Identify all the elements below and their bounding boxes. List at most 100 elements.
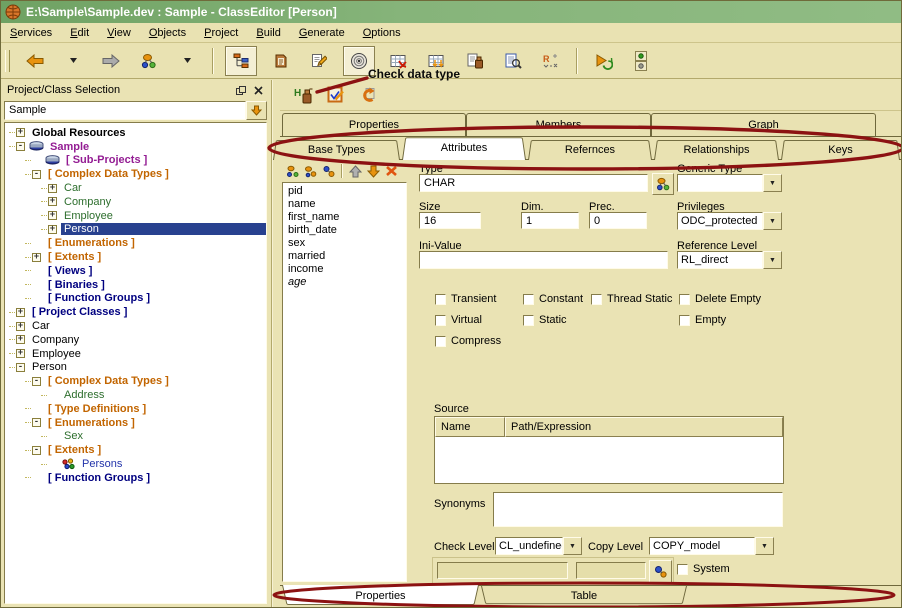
tree-item[interactable]: +Employee [5,209,266,223]
check-level-select[interactable]: CL_undefined ▼ [495,537,582,555]
collapse-box[interactable]: - [32,170,41,179]
class-tree-button[interactable] [225,46,257,76]
extra-field-2[interactable] [576,562,646,579]
tree-item[interactable]: +Global Resources [5,126,266,140]
tree-item[interactable]: Persons [5,457,266,471]
synonyms-input[interactable] [493,492,783,527]
ini-value-input[interactable] [419,251,668,269]
flag-static[interactable]: Static [523,314,567,326]
tree-item[interactable]: [ Enumerations ] [5,236,266,250]
tree-item[interactable]: -Person [5,361,266,375]
dim-input[interactable] [521,212,579,229]
system-checkbox[interactable]: System [677,563,730,575]
attribute-item[interactable]: name [283,198,406,211]
tree-item[interactable]: +Company [5,333,266,347]
collapse-box[interactable]: - [32,377,41,386]
tree-item[interactable]: [ Views ] [5,264,266,278]
privileges-select[interactable]: ODC_protected ▼ [677,212,782,230]
checkbox-box[interactable] [679,315,690,326]
dropdown-arrow-icon[interactable]: ▼ [763,212,782,230]
checkbox-box[interactable] [435,336,446,347]
tree-item[interactable]: Sex [5,430,266,444]
checkbox-box[interactable] [591,294,602,305]
checkbox-box[interactable] [523,294,534,305]
expand-box[interactable]: + [32,253,41,262]
tab-base-types[interactable]: Base Types [273,139,400,160]
tab-keys[interactable]: Keys [781,139,900,160]
checkbox-box[interactable] [523,315,534,326]
checkbox-box[interactable] [679,294,690,305]
class-filter-input[interactable]: Sample [4,101,246,120]
flag-delete-empty[interactable]: Delete Empty [679,293,761,305]
generic-type-select[interactable]: ▼ [677,174,782,192]
tree-item[interactable]: -[ Complex Data Types ] [5,167,266,181]
edit-document-button[interactable] [307,47,331,75]
size-input[interactable] [419,212,481,229]
attribute-item[interactable]: married [283,250,406,263]
tree-item[interactable]: [ Sub-Projects ] [5,154,266,168]
generate-header-button[interactable]: H [292,83,316,107]
tree-item[interactable]: +Company [5,195,266,209]
tree-item[interactable]: -[ Extents ] [5,443,266,457]
online-state-button[interactable] [629,47,653,75]
tree-item[interactable]: [ Function Groups ] [5,292,266,306]
flag-compress[interactable]: Compress [435,335,501,347]
collapse-box[interactable]: - [16,142,25,151]
tree-item[interactable]: +Employee [5,347,266,361]
flag-constant[interactable]: Constant [523,293,583,305]
expand-box[interactable]: + [16,349,25,358]
attribute-item[interactable]: age [283,276,406,289]
move-up-button[interactable] [347,163,363,179]
attribute-item[interactable]: birth_date [283,224,406,237]
dropdown-arrow-icon[interactable]: ▼ [563,537,582,555]
expand-box[interactable]: + [48,225,57,234]
type-link-button[interactable] [652,173,674,195]
tree-item[interactable]: +Car [5,181,266,195]
tree-item[interactable]: +Car [5,319,266,333]
prec-input[interactable] [589,212,647,229]
tab-refernces[interactable]: Refernces [528,139,652,160]
tab-properties[interactable]: Properties [282,113,466,136]
tree-item[interactable]: [ Function Groups ] [5,471,266,485]
checkbox-box[interactable] [435,315,446,326]
tree-item[interactable]: [ Type Definitions ] [5,402,266,416]
tab-relationships[interactable]: Relationships [654,139,779,160]
dropdown-arrow-icon[interactable]: ▼ [763,251,782,269]
attribute-item[interactable]: first_name [283,211,406,224]
expand-box[interactable]: + [16,128,25,137]
tree-item-selected[interactable]: +Person [5,223,266,237]
tree-item[interactable]: +[ Extents ] [5,250,266,264]
attribute-list[interactable]: pidnamefirst_namebirth_datesexmarriedinc… [282,182,407,582]
extra-field-1[interactable] [437,562,568,579]
menu-services[interactable]: Services [1,25,61,41]
collapse-box[interactable]: - [32,446,41,455]
tree-item[interactable]: Address [5,388,266,402]
tree-item[interactable]: [ Binaries ] [5,278,266,292]
attribute-item[interactable]: pid [283,185,406,198]
flag-virtual[interactable]: Virtual [435,314,482,326]
menu-generate[interactable]: Generate [290,25,354,41]
menu-project[interactable]: Project [195,25,247,41]
title-bar[interactable]: E:\Sample\Sample.dev : Sample - ClassEdi… [1,1,901,23]
attribute-item[interactable]: sex [283,237,406,250]
tab-graph[interactable]: Graph [651,113,876,136]
reference-level-select[interactable]: RL_direct ▼ [677,251,782,269]
flag-thread-static[interactable]: Thread Static [591,293,672,305]
close-panel-button[interactable] [251,84,265,97]
expand-box[interactable]: + [48,211,57,220]
project-tree[interactable]: +Global Resources-Sample[ Sub-Projects ]… [4,122,267,604]
rename-check-button[interactable]: R [539,47,563,75]
checkbox-box[interactable] [677,564,688,575]
type-input[interactable] [419,174,648,192]
dropdown-button[interactable] [61,47,85,75]
toolbar-grip[interactable] [5,50,10,72]
tab-table[interactable]: Table [481,586,687,605]
back-arrow-button[interactable] [23,47,47,75]
add-relationship-button[interactable] [321,163,337,179]
tab-members[interactable]: Members [466,113,651,136]
expand-box[interactable]: + [48,184,57,193]
collapse-box[interactable]: - [16,363,25,372]
expand-box[interactable]: + [16,322,25,331]
float-panel-button[interactable] [234,84,248,97]
link-objects-button[interactable] [137,47,161,75]
